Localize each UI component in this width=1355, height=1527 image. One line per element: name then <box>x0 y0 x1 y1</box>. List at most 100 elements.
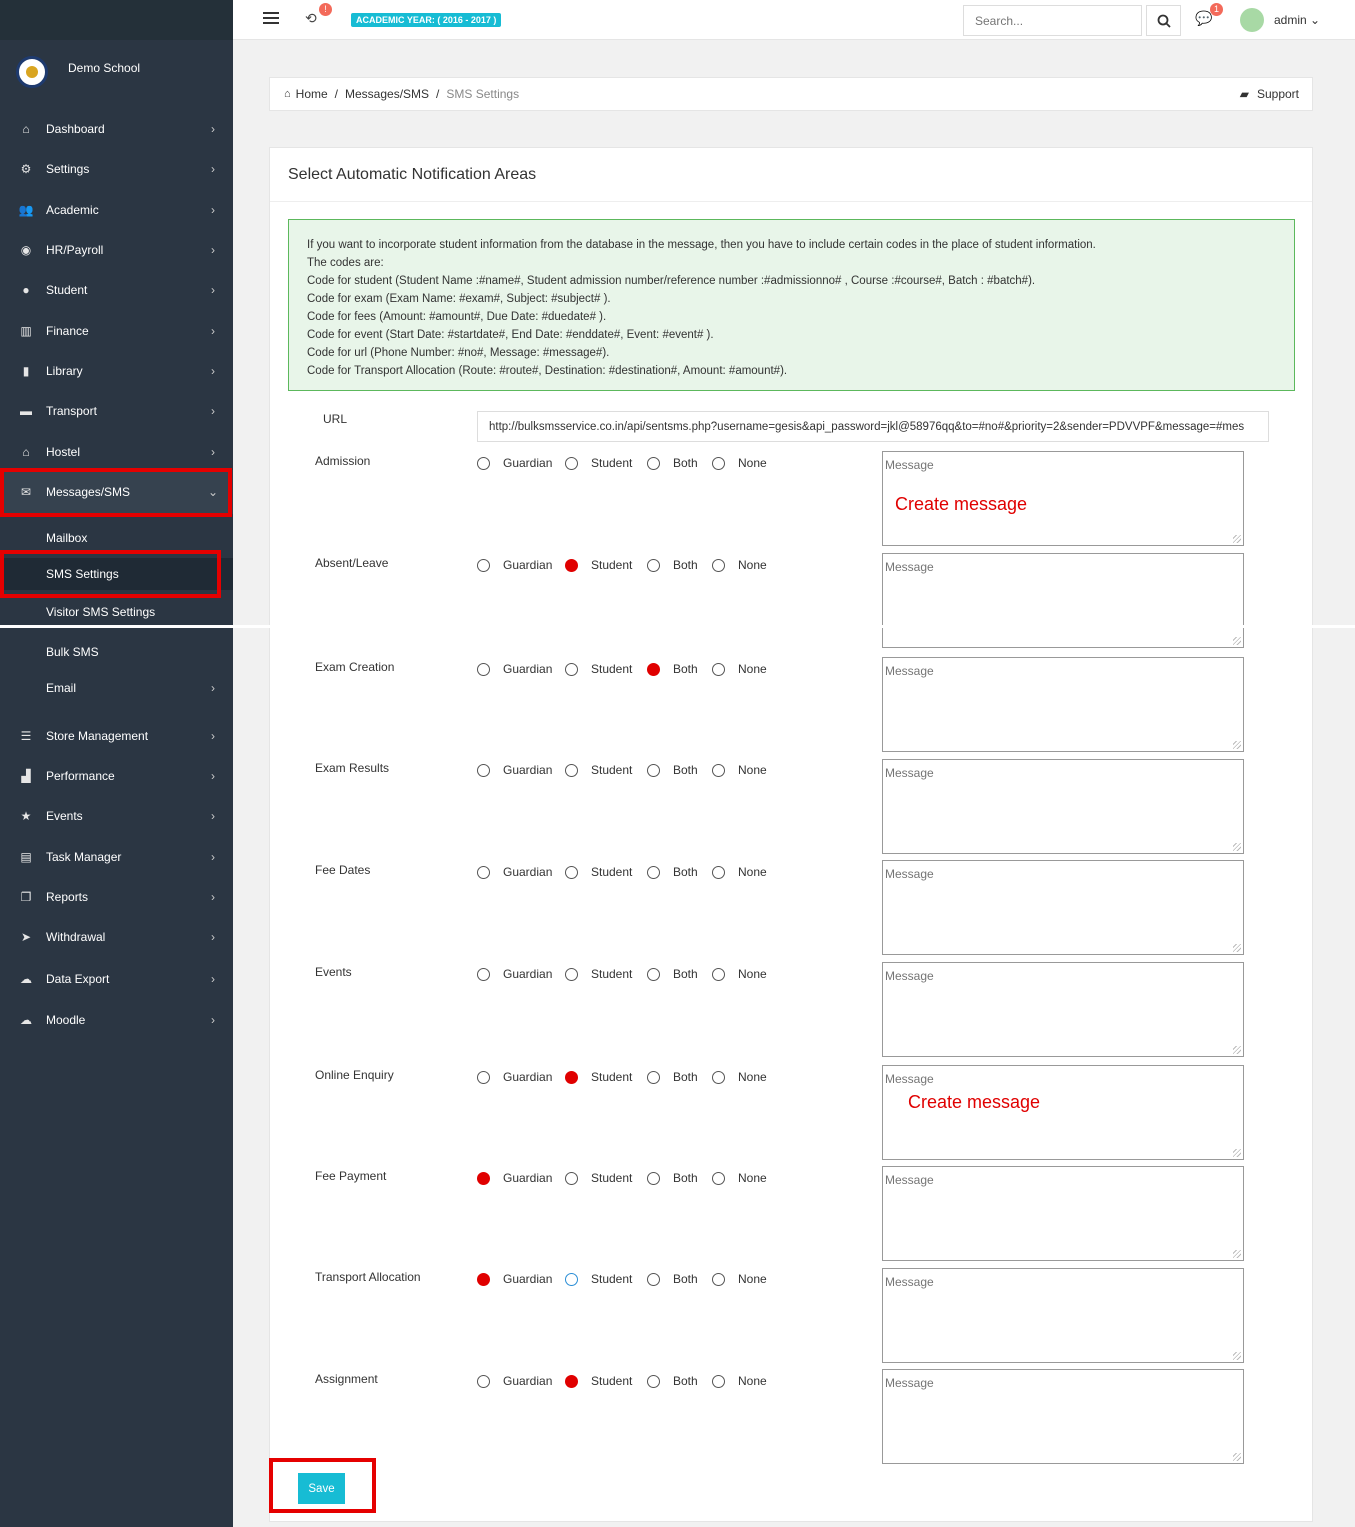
resize-handle-icon[interactable] <box>1233 637 1241 645</box>
radio-exam-creation-both[interactable]: Both <box>647 661 698 677</box>
radio-assignment-student[interactable]: Student <box>565 1373 632 1389</box>
radio-button[interactable] <box>565 1171 578 1185</box>
radio-transport-allocation-none[interactable]: None <box>712 1271 767 1287</box>
radio-button[interactable] <box>565 1374 578 1388</box>
sidebar-item-dashboard[interactable]: ⌂ Dashboard › <box>0 112 233 146</box>
radio-button[interactable] <box>712 1374 725 1388</box>
radio-fee-payment-none[interactable]: None <box>712 1170 767 1186</box>
breadcrumb-home[interactable]: Home <box>296 87 328 101</box>
resize-handle-icon[interactable] <box>1233 741 1241 749</box>
radio-events-none[interactable]: None <box>712 966 767 982</box>
search-input[interactable] <box>963 5 1142 36</box>
radio-button[interactable] <box>712 558 725 572</box>
resize-handle-icon[interactable] <box>1233 535 1241 543</box>
academic-year-badge[interactable]: ACADEMIC YEAR: ( 2016 - 2017 ) <box>351 13 502 27</box>
resize-handle-icon[interactable] <box>1233 1149 1241 1157</box>
radio-assignment-guardian[interactable]: Guardian <box>477 1373 552 1389</box>
brand[interactable]: Demo School <box>16 56 140 88</box>
radio-button[interactable] <box>647 1272 660 1286</box>
radio-button[interactable] <box>647 967 660 981</box>
radio-button[interactable] <box>565 865 578 879</box>
radio-button[interactable] <box>565 1272 578 1286</box>
radio-button[interactable] <box>477 1374 490 1388</box>
radio-button[interactable] <box>712 456 725 470</box>
resize-handle-icon[interactable] <box>1233 1046 1241 1054</box>
sidebar-item-data-export[interactable]: ☁ Data Export › <box>0 962 233 996</box>
radio-absent-leave-student[interactable]: Student <box>565 557 632 573</box>
radio-button[interactable] <box>477 558 490 572</box>
sidebar-item-library[interactable]: ▮ Library › <box>0 354 233 388</box>
radio-transport-allocation-student[interactable]: Student <box>565 1271 632 1287</box>
submenu-item-bulk-sms[interactable]: Bulk SMS <box>0 636 233 668</box>
radio-button[interactable] <box>477 1171 490 1185</box>
radio-fee-payment-guardian[interactable]: Guardian <box>477 1170 552 1186</box>
radio-fee-dates-none[interactable]: None <box>712 864 767 880</box>
radio-button[interactable] <box>647 456 660 470</box>
avatar[interactable] <box>1240 8 1264 32</box>
radio-button[interactable] <box>477 1070 490 1084</box>
sidebar-item-withdrawal[interactable]: ➤ Withdrawal › <box>0 920 233 954</box>
sidebar-item-events[interactable]: ★ Events › <box>0 799 233 833</box>
message-textarea-exam-creation[interactable] <box>882 657 1244 752</box>
submenu-item-email[interactable]: Email › <box>0 672 233 704</box>
radio-button[interactable] <box>477 1272 490 1286</box>
radio-button[interactable] <box>565 558 578 572</box>
sidebar-item-student[interactable]: ● Student › <box>0 273 233 307</box>
radio-online-enquiry-none[interactable]: None <box>712 1069 767 1085</box>
radio-button[interactable] <box>712 662 725 676</box>
radio-button[interactable] <box>565 1070 578 1084</box>
message-textarea-fee-payment[interactable] <box>882 1166 1244 1261</box>
radio-admission-student[interactable]: Student <box>565 455 632 471</box>
radio-fee-dates-guardian[interactable]: Guardian <box>477 864 552 880</box>
radio-online-enquiry-student[interactable]: Student <box>565 1069 632 1085</box>
radio-button[interactable] <box>477 662 490 676</box>
radio-absent-leave-guardian[interactable]: Guardian <box>477 557 552 573</box>
sidebar-item-task-manager[interactable]: ▤ Task Manager › <box>0 840 233 874</box>
radio-exam-creation-none[interactable]: None <box>712 661 767 677</box>
radio-button[interactable] <box>712 865 725 879</box>
radio-events-both[interactable]: Both <box>647 966 698 982</box>
radio-button[interactable] <box>647 1070 660 1084</box>
message-textarea-events[interactable] <box>882 962 1244 1057</box>
radio-exam-results-student[interactable]: Student <box>565 762 632 778</box>
radio-exam-results-none[interactable]: None <box>712 762 767 778</box>
radio-button[interactable] <box>565 662 578 676</box>
radio-button[interactable] <box>712 1272 725 1286</box>
radio-admission-none[interactable]: None <box>712 455 767 471</box>
url-input[interactable] <box>477 411 1269 442</box>
radio-exam-results-both[interactable]: Both <box>647 762 698 778</box>
radio-fee-payment-both[interactable]: Both <box>647 1170 698 1186</box>
radio-button[interactable] <box>647 865 660 879</box>
radio-absent-leave-none[interactable]: None <box>712 557 767 573</box>
radio-button[interactable] <box>477 967 490 981</box>
radio-online-enquiry-both[interactable]: Both <box>647 1069 698 1085</box>
radio-admission-both[interactable]: Both <box>647 455 698 471</box>
breadcrumb-section[interactable]: Messages/SMS <box>345 87 429 101</box>
radio-button[interactable] <box>565 763 578 777</box>
hamburger-menu-icon[interactable] <box>263 12 279 26</box>
message-textarea-assignment[interactable] <box>882 1369 1244 1464</box>
radio-transport-allocation-guardian[interactable]: Guardian <box>477 1271 552 1287</box>
radio-button[interactable] <box>477 763 490 777</box>
message-textarea-absent-leave[interactable] <box>882 553 1244 648</box>
support-link[interactable]: ▰ Support <box>1240 87 1299 101</box>
resize-handle-icon[interactable] <box>1233 1453 1241 1461</box>
radio-button[interactable] <box>712 1171 725 1185</box>
sidebar-item-transport[interactable]: ▬ Transport › <box>0 394 233 428</box>
sidebar-item-performance[interactable]: ▟ Performance › <box>0 759 233 793</box>
radio-button[interactable] <box>712 967 725 981</box>
radio-button[interactable] <box>477 456 490 470</box>
radio-admission-guardian[interactable]: Guardian <box>477 455 552 471</box>
sidebar-item-settings[interactable]: ⚙ Settings › <box>0 152 233 186</box>
message-textarea-transport-allocation[interactable] <box>882 1268 1244 1363</box>
radio-absent-leave-both[interactable]: Both <box>647 557 698 573</box>
radio-events-student[interactable]: Student <box>565 966 632 982</box>
radio-button[interactable] <box>477 865 490 879</box>
resize-handle-icon[interactable] <box>1233 843 1241 851</box>
radio-exam-creation-guardian[interactable]: Guardian <box>477 661 552 677</box>
radio-assignment-none[interactable]: None <box>712 1373 767 1389</box>
resize-handle-icon[interactable] <box>1233 1250 1241 1258</box>
radio-events-guardian[interactable]: Guardian <box>477 966 552 982</box>
radio-assignment-both[interactable]: Both <box>647 1373 698 1389</box>
radio-exam-results-guardian[interactable]: Guardian <box>477 762 552 778</box>
